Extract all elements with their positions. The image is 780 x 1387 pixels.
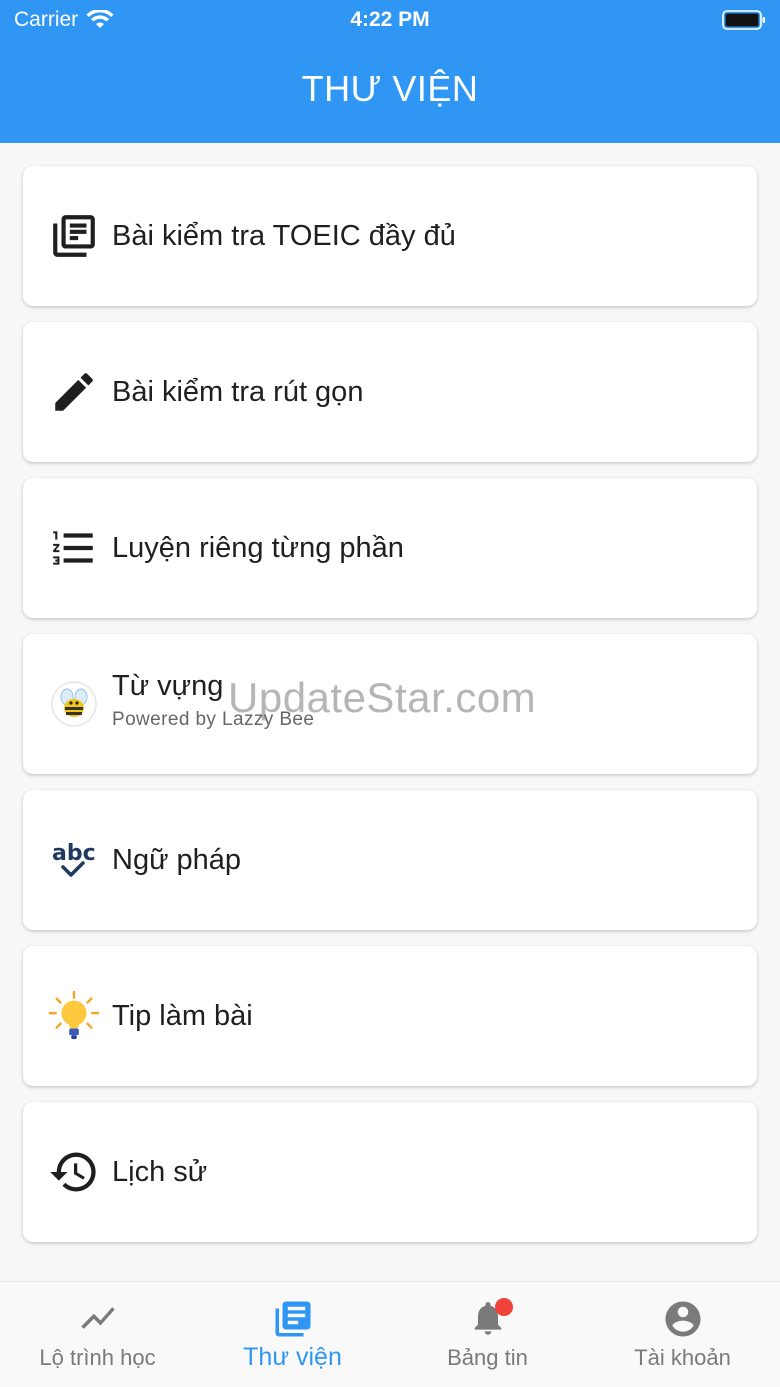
tab-label: Thư viện bbox=[243, 1343, 342, 1371]
tab-label: Bảng tin bbox=[447, 1345, 528, 1370]
menu-item-label: Lịch sử bbox=[112, 1155, 208, 1188]
tab-label: Lộ trình học bbox=[39, 1345, 156, 1370]
menu-item-short-test[interactable]: Bài kiểm tra rút gọn bbox=[23, 322, 757, 462]
bell-icon bbox=[390, 1298, 585, 1338]
library-icon bbox=[195, 1298, 390, 1338]
svg-text:abc: abc bbox=[52, 841, 96, 866]
newspaper-icon bbox=[48, 210, 100, 262]
menu-item-full-toeic-test[interactable]: Bài kiểm tra TOEIC đầy đủ bbox=[23, 166, 757, 306]
numbered-list-icon bbox=[48, 522, 100, 574]
menu-item-label: Bài kiểm tra TOEIC đầy đủ bbox=[112, 219, 456, 252]
page-title: THƯ VIỆN bbox=[301, 68, 479, 109]
menu-item-grammar[interactable]: abc Ngữ pháp bbox=[23, 790, 757, 930]
status-bar: Carrier 4:22 PM bbox=[0, 0, 780, 40]
account-icon bbox=[585, 1298, 780, 1338]
tab-learning-path[interactable]: Lộ trình học bbox=[0, 1282, 195, 1387]
status-time: 4:22 PM bbox=[350, 8, 430, 31]
battery-icon bbox=[722, 10, 765, 30]
bee-icon bbox=[48, 678, 100, 730]
watermark: UpdateStar.com bbox=[228, 674, 537, 721]
tab-label: Tài khoản bbox=[634, 1345, 731, 1370]
pencil-icon bbox=[48, 366, 100, 418]
notification-badge bbox=[495, 1298, 513, 1316]
tab-library[interactable]: Thư viện bbox=[195, 1282, 390, 1387]
menu-item-label: Luyện riêng từng phần bbox=[112, 531, 404, 564]
lightbulb-icon bbox=[48, 990, 100, 1042]
menu-item-label: Bài kiểm tra rút gọn bbox=[112, 375, 364, 408]
app-header: Carrier 4:22 PM THƯ VIỆN bbox=[0, 0, 780, 143]
menu-item-test-tips[interactable]: Tip làm bài bbox=[23, 946, 757, 1086]
spellcheck-icon: abc bbox=[48, 834, 100, 886]
trending-icon bbox=[0, 1298, 195, 1338]
menu-item-practice-parts[interactable]: Luyện riêng từng phần bbox=[23, 478, 757, 618]
tab-account[interactable]: Tài khoản bbox=[585, 1282, 780, 1387]
bottom-tab-bar: Lộ trình học Thư viện Bảng tin Tài khoản bbox=[0, 1281, 780, 1387]
history-icon bbox=[48, 1146, 100, 1198]
tab-news[interactable]: Bảng tin bbox=[390, 1282, 585, 1387]
menu-item-label: Ngữ pháp bbox=[112, 843, 242, 876]
menu-item-history[interactable]: Lịch sử bbox=[23, 1102, 757, 1242]
menu-item-label: Tip làm bài bbox=[112, 999, 253, 1032]
